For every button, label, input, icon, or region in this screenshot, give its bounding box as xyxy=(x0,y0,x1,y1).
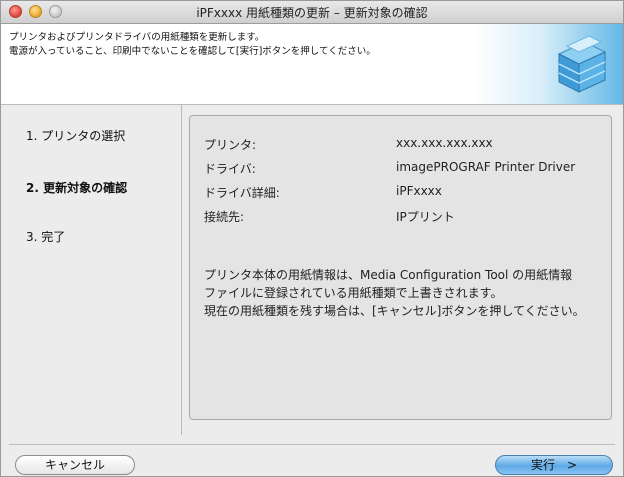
connection-value: IPプリント xyxy=(396,210,455,224)
instruction-header: プリンタおよびプリンタドライバの用紙種類を更新します。 電源が入っていること、印… xyxy=(1,24,623,105)
title-bar: iPFxxxx 用紙種類の更新 – 更新対象の確認 xyxy=(1,1,623,24)
printer-stack-graphic xyxy=(475,24,623,104)
printer-value: xxx.xxx.xxx.xxx xyxy=(396,136,493,150)
driver-detail-value: iPFxxxx xyxy=(396,184,442,198)
instruction-line-1: プリンタおよびプリンタドライバの用紙種類を更新します。 xyxy=(9,32,265,43)
driver-label: ドライバ: xyxy=(204,162,256,176)
execute-button[interactable]: 実行 > xyxy=(495,455,613,475)
footer-divider xyxy=(9,444,615,445)
step-complete: 3. 完了 xyxy=(26,230,66,244)
instruction-line-2: 電源が入っていること、印刷中でないことを確認して[実行]ボタンを押してください。 xyxy=(9,46,376,57)
note-line-1: プリンタ本体の用紙情報は、Media Configuration Tool の用… xyxy=(204,268,573,282)
cancel-button[interactable]: キャンセル xyxy=(15,455,135,475)
update-target-panel: プリンタ: xxx.xxx.xxx.xxx ドライバ: imagePROGRAF… xyxy=(189,115,612,420)
paper-stack-icon xyxy=(557,35,607,93)
connection-label: 接続先: xyxy=(204,210,245,224)
step-confirm-targets: 2. 更新対象の確認 xyxy=(26,181,128,195)
steps-divider xyxy=(181,105,182,435)
window-title: iPFxxxx 用紙種類の更新 – 更新対象の確認 xyxy=(196,6,428,20)
printer-label: プリンタ: xyxy=(204,138,257,152)
wizard-steps: 1. プリンタの選択 2. 更新対象の確認 3. 完了 xyxy=(1,105,179,435)
step-select-printer: 1. プリンタの選択 xyxy=(26,129,126,143)
note-line-3: 現在の用紙種類を残す場合は、[キャンセル]ボタンを押してください。 xyxy=(204,304,585,318)
dialog-window: iPFxxxx 用紙種類の更新 – 更新対象の確認 プリンタおよびプリンタドライ… xyxy=(0,0,624,477)
driver-value: imagePROGRAF Printer Driver xyxy=(396,160,576,174)
note-line-2: ファイルに登録されている用紙種類で上書きされます。 xyxy=(204,286,503,300)
driver-detail-label: ドライバ詳細: xyxy=(204,186,280,200)
